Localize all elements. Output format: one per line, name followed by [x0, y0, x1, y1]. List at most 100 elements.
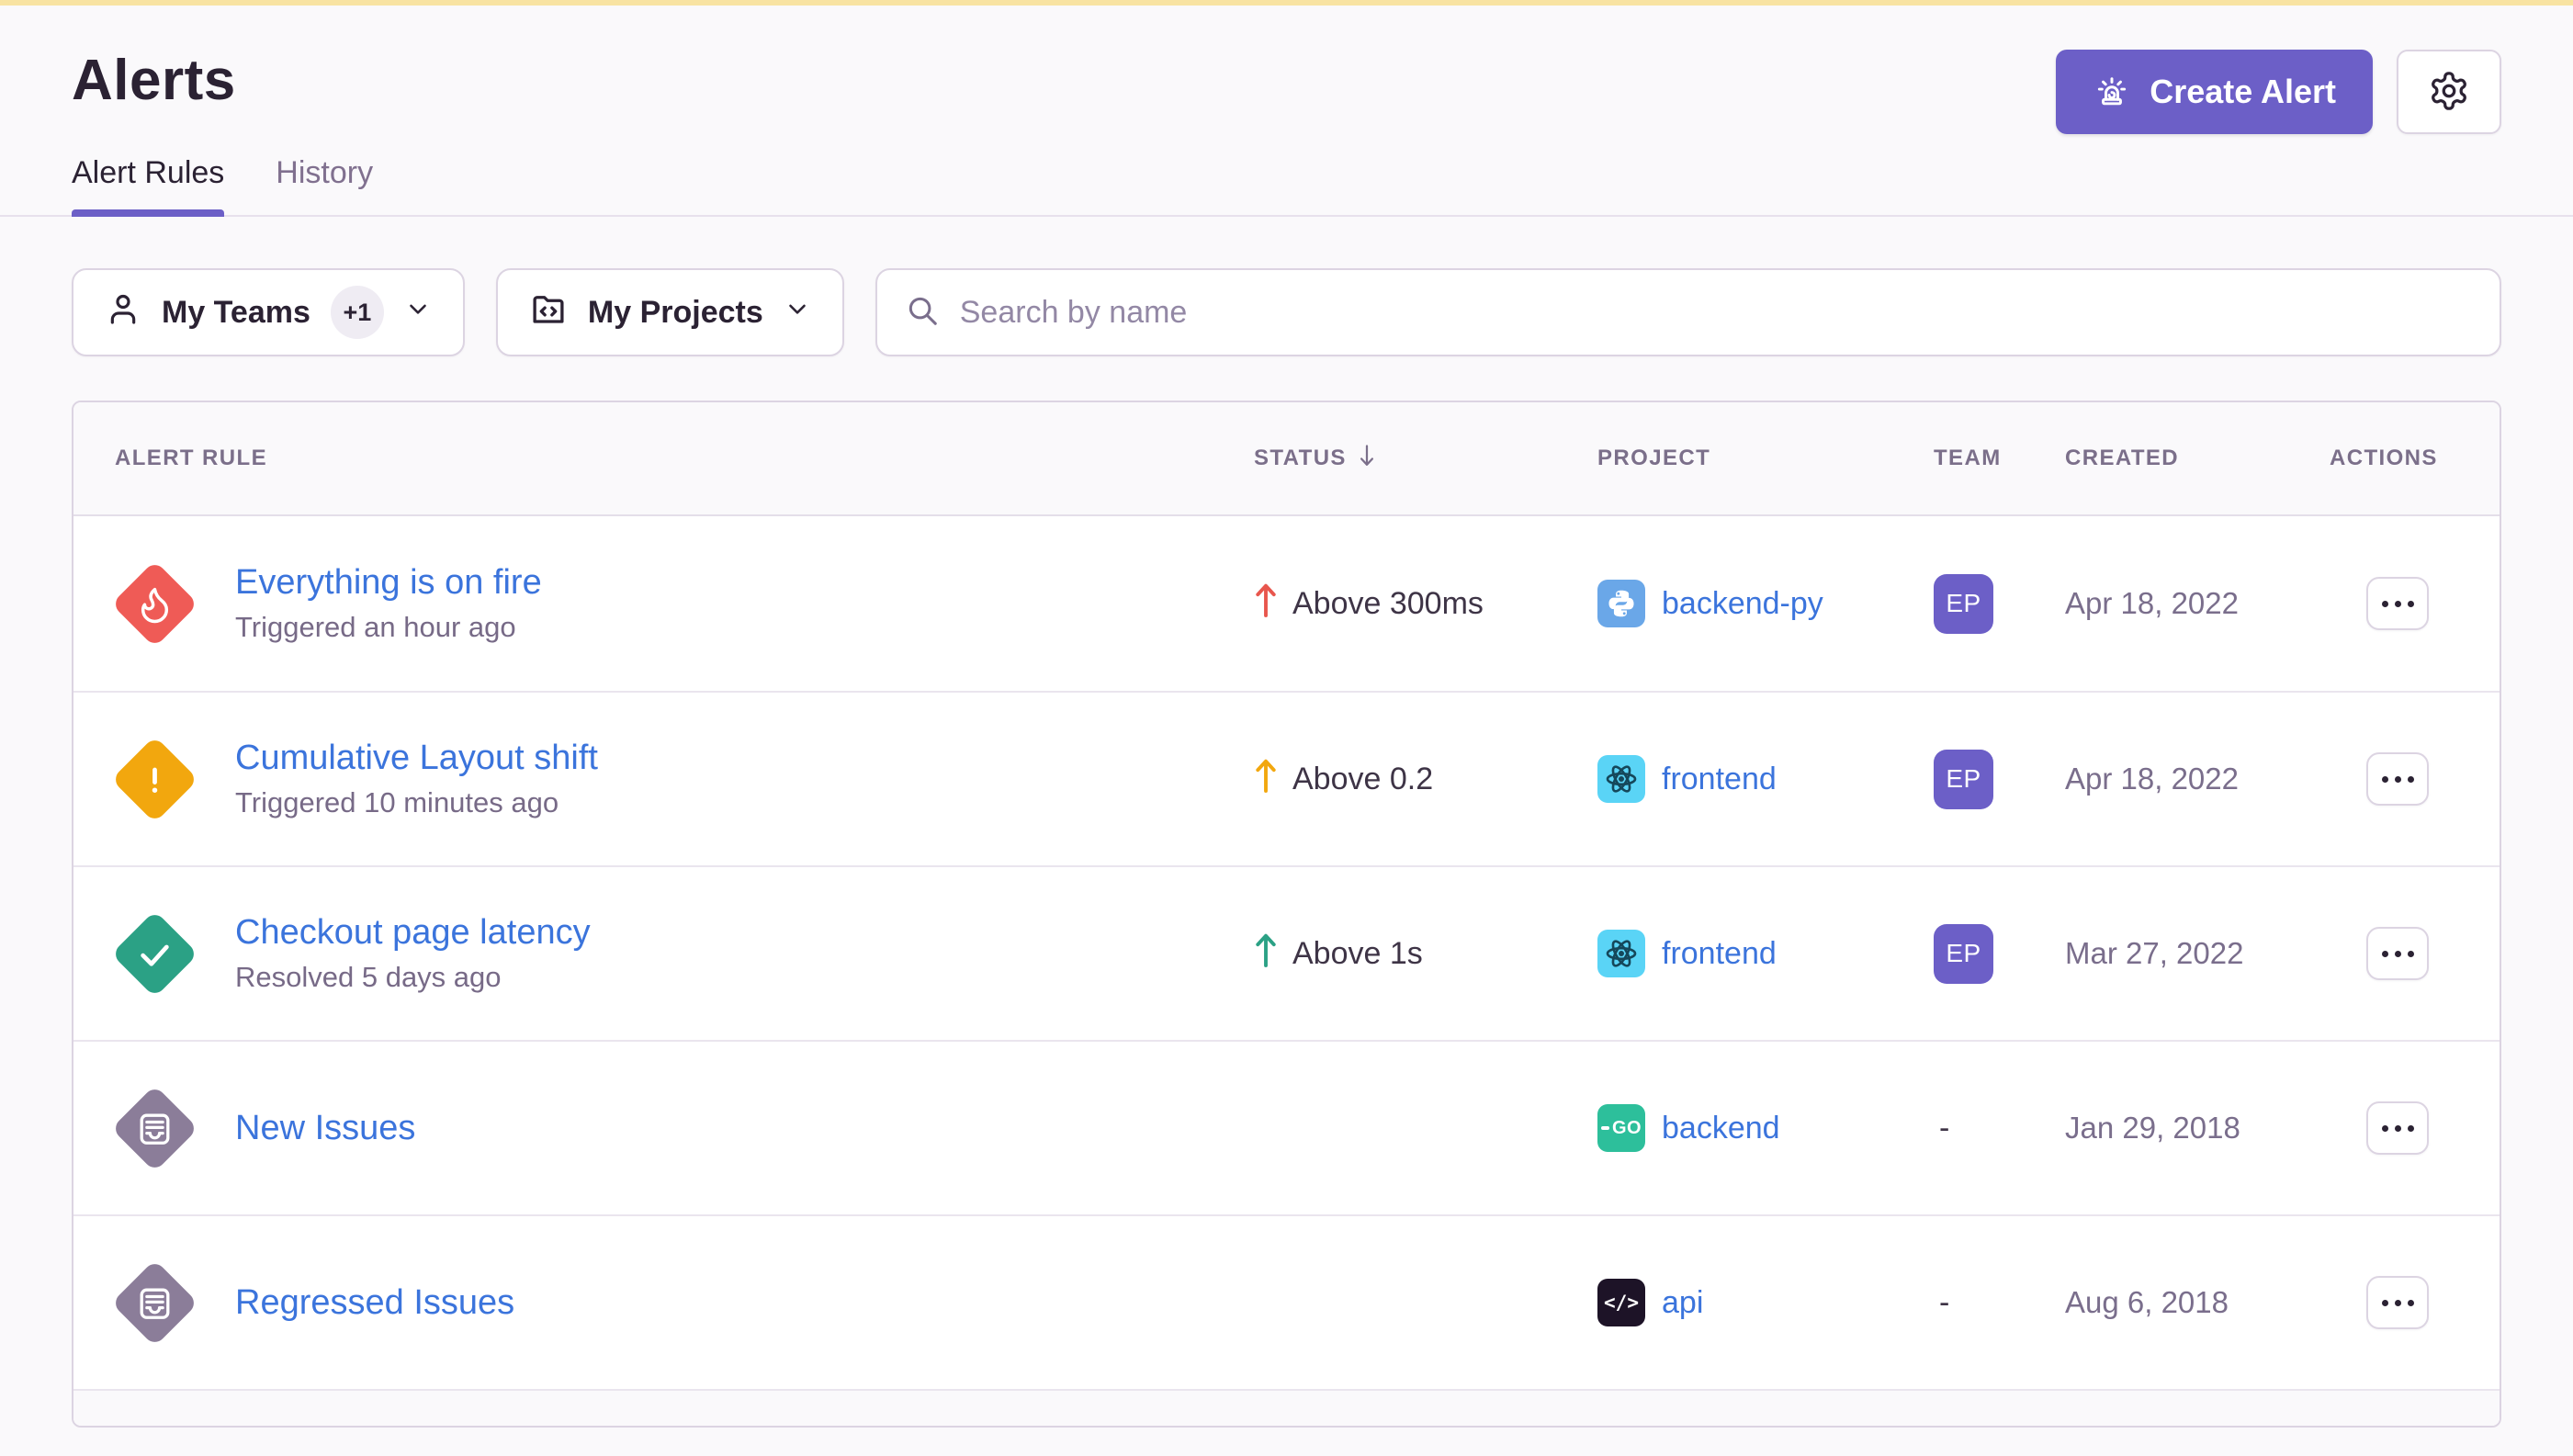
page-header: Alerts Create Alert [0, 6, 2573, 113]
alert-rule-row: Cumulative Layout shift Triggered 10 min… [73, 691, 2500, 865]
alert-rule-status-subtitle: Triggered an hour ago [235, 611, 542, 644]
alert-rule-row: Regressed Issues [73, 1214, 2500, 1389]
issues-icon [134, 1108, 175, 1148]
arrow-up-icon [1254, 756, 1278, 803]
alert-rule-link[interactable]: Everything is on fire [235, 563, 542, 603]
tab-bar: Alert Rules History [0, 155, 2573, 217]
alert-rule-link[interactable]: Checkout page latency [235, 913, 591, 953]
create-alert-button[interactable]: Create Alert [2056, 50, 2373, 134]
team-avatar-badge[interactable]: EP [1934, 924, 1993, 984]
arrow-up-icon [1254, 581, 1278, 627]
actions-cell [2330, 752, 2500, 806]
project-cell: GO </> backend [1597, 1104, 1934, 1152]
project-link[interactable]: backend-py [1662, 586, 1823, 622]
team-cell: EP [1934, 924, 2065, 984]
chevron-down-icon [784, 295, 811, 331]
row-actions-button[interactable] [2366, 1101, 2429, 1155]
column-header-project[interactable]: Project [1597, 446, 1934, 471]
status-cell: Above 300ms [1254, 581, 1597, 627]
projects-filter-label: My Projects [588, 295, 763, 331]
project-link[interactable]: frontend [1662, 762, 1777, 797]
created-date: Apr 18, 2022 [2065, 586, 2330, 621]
column-header-alert-rule[interactable]: Alert Rule [73, 446, 1254, 471]
status-cell: Above 1s [1254, 931, 1597, 977]
alert-rule-link[interactable]: New Issues [235, 1109, 415, 1148]
team-cell: - - [1934, 1285, 2065, 1321]
column-header-actions: Actions [2330, 446, 2500, 471]
severity-diamond [110, 1258, 198, 1347]
tab-history[interactable]: History [276, 155, 373, 215]
code-platform-icon: </> [1597, 1279, 1645, 1326]
tab-alert-rules[interactable]: Alert Rules [72, 155, 224, 215]
actions-cell [2330, 1276, 2500, 1329]
fire-icon [134, 583, 175, 624]
severity-diamond [110, 735, 198, 823]
alert-rule-cell: Checkout page latency Resolved 5 days ag… [73, 909, 1254, 998]
project-cell: GO </> frontend [1597, 755, 1934, 803]
table-header-row: Alert Rule Status Project Team Created A… [73, 402, 2500, 516]
teams-filter-button[interactable]: My Teams +1 [72, 268, 465, 356]
created-date: Jan 29, 2018 [2065, 1111, 2330, 1146]
severity-diamond [110, 1084, 198, 1172]
severity-diamond [110, 559, 198, 648]
search-icon [905, 293, 940, 333]
project-link[interactable]: api [1662, 1285, 1703, 1321]
exclamation-icon [134, 759, 175, 799]
folder-code-icon [529, 289, 568, 336]
actions-cell [2330, 927, 2500, 980]
alert-rule-row: Everything is on fire Triggered an hour … [73, 516, 2500, 691]
table-footer-strip [73, 1389, 2500, 1426]
alert-rule-status-subtitle: Resolved 5 days ago [235, 961, 591, 994]
alert-rule-link[interactable]: Regressed Issues [235, 1283, 514, 1323]
severity-diamond [110, 909, 198, 998]
created-date: Aug 6, 2018 [2065, 1285, 2330, 1320]
row-actions-button[interactable] [2366, 752, 2429, 806]
gear-icon [2428, 70, 2470, 115]
column-header-created[interactable]: Created [2065, 446, 2330, 471]
search-box [875, 268, 2501, 356]
go-platform-icon: GO [1597, 1104, 1645, 1152]
project-cell: GO </> frontend [1597, 930, 1934, 977]
project-cell: GO </> api [1597, 1279, 1934, 1326]
search-input[interactable] [960, 295, 2472, 331]
column-header-team[interactable]: Team [1934, 446, 2065, 471]
create-alert-label: Create Alert [2150, 73, 2336, 111]
team-avatar-badge[interactable]: EP [1934, 574, 1993, 634]
column-header-status[interactable]: Status [1254, 443, 1597, 475]
status-threshold-text: Above 300ms [1292, 586, 1484, 622]
table-body: Everything is on fire Triggered an hour … [73, 516, 2500, 1389]
react-platform-icon [1597, 755, 1645, 803]
actions-cell [2330, 1101, 2500, 1155]
alert-rules-table: Alert Rule Status Project Team Created A… [72, 401, 2501, 1428]
header-actions: Create Alert [2056, 50, 2501, 134]
user-icon [105, 290, 141, 335]
row-actions-button[interactable] [2366, 577, 2429, 630]
created-date: Mar 27, 2022 [2065, 936, 2330, 971]
created-date: Apr 18, 2022 [2065, 762, 2330, 796]
projects-filter-button[interactable]: My Projects [496, 268, 844, 356]
react-platform-icon [1597, 930, 1645, 977]
filter-bar: My Teams +1 My Projects [72, 268, 2501, 356]
team-cell: - - [1934, 1111, 2065, 1146]
team-cell: EP [1934, 750, 2065, 809]
team-empty-dash: - [1934, 1111, 2065, 1146]
team-avatar-badge[interactable]: EP [1934, 750, 1993, 809]
alert-rule-cell: New Issues [73, 1084, 1254, 1172]
checkmark-icon [134, 933, 175, 974]
project-link[interactable]: frontend [1662, 936, 1777, 972]
chevron-down-icon [404, 295, 432, 331]
teams-filter-label: My Teams [162, 295, 310, 331]
alert-settings-button[interactable] [2397, 50, 2501, 134]
status-threshold-text: Above 0.2 [1292, 762, 1433, 797]
arrow-up-icon [1254, 931, 1278, 977]
row-actions-button[interactable] [2366, 927, 2429, 980]
teams-extra-count-badge: +1 [331, 286, 384, 339]
alert-rule-cell: Cumulative Layout shift Triggered 10 min… [73, 735, 1254, 823]
alert-rule-link[interactable]: Cumulative Layout shift [235, 739, 598, 778]
alert-rule-row: New Issues [73, 1040, 2500, 1214]
status-threshold-text: Above 1s [1292, 936, 1423, 972]
alert-rule-cell: Everything is on fire Triggered an hour … [73, 559, 1254, 648]
project-link[interactable]: backend [1662, 1111, 1780, 1146]
status-cell: Above 0.2 [1254, 756, 1597, 803]
row-actions-button[interactable] [2366, 1276, 2429, 1329]
